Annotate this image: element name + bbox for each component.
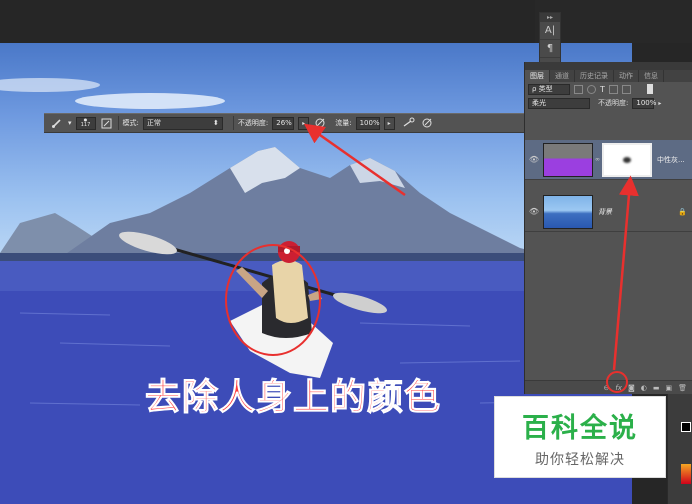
- layer-opacity-label: 不透明度:: [598, 99, 629, 107]
- separator: [117, 116, 119, 130]
- separator: [232, 116, 234, 130]
- kind-filter-select[interactable]: ρ 类型: [528, 83, 570, 95]
- blend-mode-select[interactable]: 柔光: [528, 97, 590, 109]
- layers-panel: 图层 通道 历史记录 动作 信息 ρ 类型 T 柔光 不透明度: 100% ▸ …: [524, 62, 692, 394]
- pressure-size-icon[interactable]: [420, 116, 434, 130]
- brush-size-preview[interactable]: ● 117: [75, 116, 96, 130]
- pressure-opacity-icon[interactable]: [313, 116, 327, 130]
- brush-preset-arrow[interactable]: ▾: [68, 119, 72, 127]
- character-panel-icon[interactable]: A|: [540, 22, 560, 40]
- layer-row-background[interactable]: 👁 背景 🔒: [525, 192, 692, 232]
- layer-row-gray[interactable]: 👁 ∞ 中性灰...: [525, 140, 692, 180]
- layer-thumbnail: [543, 142, 593, 177]
- visibility-eye-icon[interactable]: 👁: [525, 207, 543, 216]
- tab-history[interactable]: 历史记录: [575, 70, 614, 82]
- mode-label: 模式:: [122, 119, 139, 127]
- strip-grip[interactable]: ▸▸: [540, 13, 560, 22]
- add-mask-icon[interactable]: ◙: [628, 384, 635, 392]
- fx-icon[interactable]: fx: [615, 384, 622, 392]
- tab-actions[interactable]: 动作: [614, 70, 639, 82]
- opacity-input[interactable]: 26%: [272, 116, 295, 130]
- layer-thumbnail: [543, 194, 593, 229]
- layers-panel-footer: ⊖ fx ◙ ◐ ▬ ▣ 🗑: [525, 380, 692, 394]
- layer-name[interactable]: 中性灰...: [657, 155, 685, 165]
- paragraph-panel-icon[interactable]: ¶: [540, 40, 560, 58]
- airbrush-icon[interactable]: [402, 116, 416, 130]
- mask-spot: [623, 156, 631, 163]
- foreground-color-swatch[interactable]: [681, 422, 691, 432]
- filter-toggle-icon[interactable]: [646, 84, 653, 94]
- layer-opacity-input[interactable]: 100%: [632, 97, 656, 109]
- adjustment-filter-icon[interactable]: [587, 84, 596, 94]
- layer-mask-thumbnail[interactable]: [602, 142, 652, 177]
- brush-panel-toggle-icon[interactable]: [100, 116, 114, 130]
- delete-layer-icon[interactable]: 🗑: [678, 384, 687, 392]
- color-ramp[interactable]: [681, 464, 691, 484]
- panel-tabs: 图层 通道 历史记录 动作 信息: [525, 70, 692, 82]
- shape-filter-icon[interactable]: [608, 84, 618, 94]
- smart-filter-icon[interactable]: [621, 84, 631, 94]
- new-group-icon[interactable]: ▬: [653, 384, 660, 392]
- tab-info[interactable]: 信息: [639, 70, 664, 82]
- adjustment-layer-icon[interactable]: ◐: [641, 384, 647, 392]
- tab-channels[interactable]: 通道: [550, 70, 575, 82]
- mode-value: 正常: [146, 119, 161, 127]
- link-layers-icon[interactable]: ⊖: [603, 384, 609, 392]
- chevron-updown-icon: ⬍: [213, 119, 219, 127]
- watermark-logo: 百科全说 助你轻松解决: [494, 396, 666, 478]
- watermark-title: 百科全说: [522, 412, 638, 444]
- tab-layers[interactable]: 图层: [525, 70, 550, 82]
- workspace-top: [0, 0, 535, 43]
- mode-select[interactable]: 正常 ⬍: [142, 116, 223, 130]
- pixel-filter-icon[interactable]: [574, 84, 583, 94]
- visibility-eye-icon[interactable]: 👁: [525, 155, 543, 164]
- opacity-arrow-icon[interactable]: ▸: [658, 100, 661, 107]
- lock-icon: 🔒: [678, 207, 687, 216]
- brush-tool-icon[interactable]: [50, 116, 64, 130]
- flow-label: 流量:: [335, 119, 352, 127]
- link-chain-icon[interactable]: ∞: [595, 156, 600, 163]
- flow-dropdown-button[interactable]: ▸: [383, 116, 395, 130]
- type-filter-icon[interactable]: T: [600, 85, 605, 94]
- layer-filter-row: ρ 类型 T: [525, 82, 692, 96]
- brush-size-value: 117: [80, 122, 91, 128]
- color-panel: [667, 394, 692, 504]
- collapsed-panel-strip: ▸▸ A| ¶: [539, 12, 561, 68]
- new-layer-icon[interactable]: ▣: [665, 384, 672, 392]
- flow-input[interactable]: 100%: [355, 116, 380, 130]
- panel-header-strip: [525, 62, 692, 70]
- layer-name[interactable]: 背景: [598, 207, 612, 217]
- opacity-label: 不透明度:: [237, 119, 269, 127]
- watermark-subtitle: 助你轻松解决: [535, 451, 625, 468]
- opacity-dropdown-button[interactable]: ▸: [298, 116, 310, 130]
- blend-row: 柔光 不透明度: 100% ▸: [525, 96, 692, 110]
- caption-text: 去除人身上的颜色: [144, 377, 442, 419]
